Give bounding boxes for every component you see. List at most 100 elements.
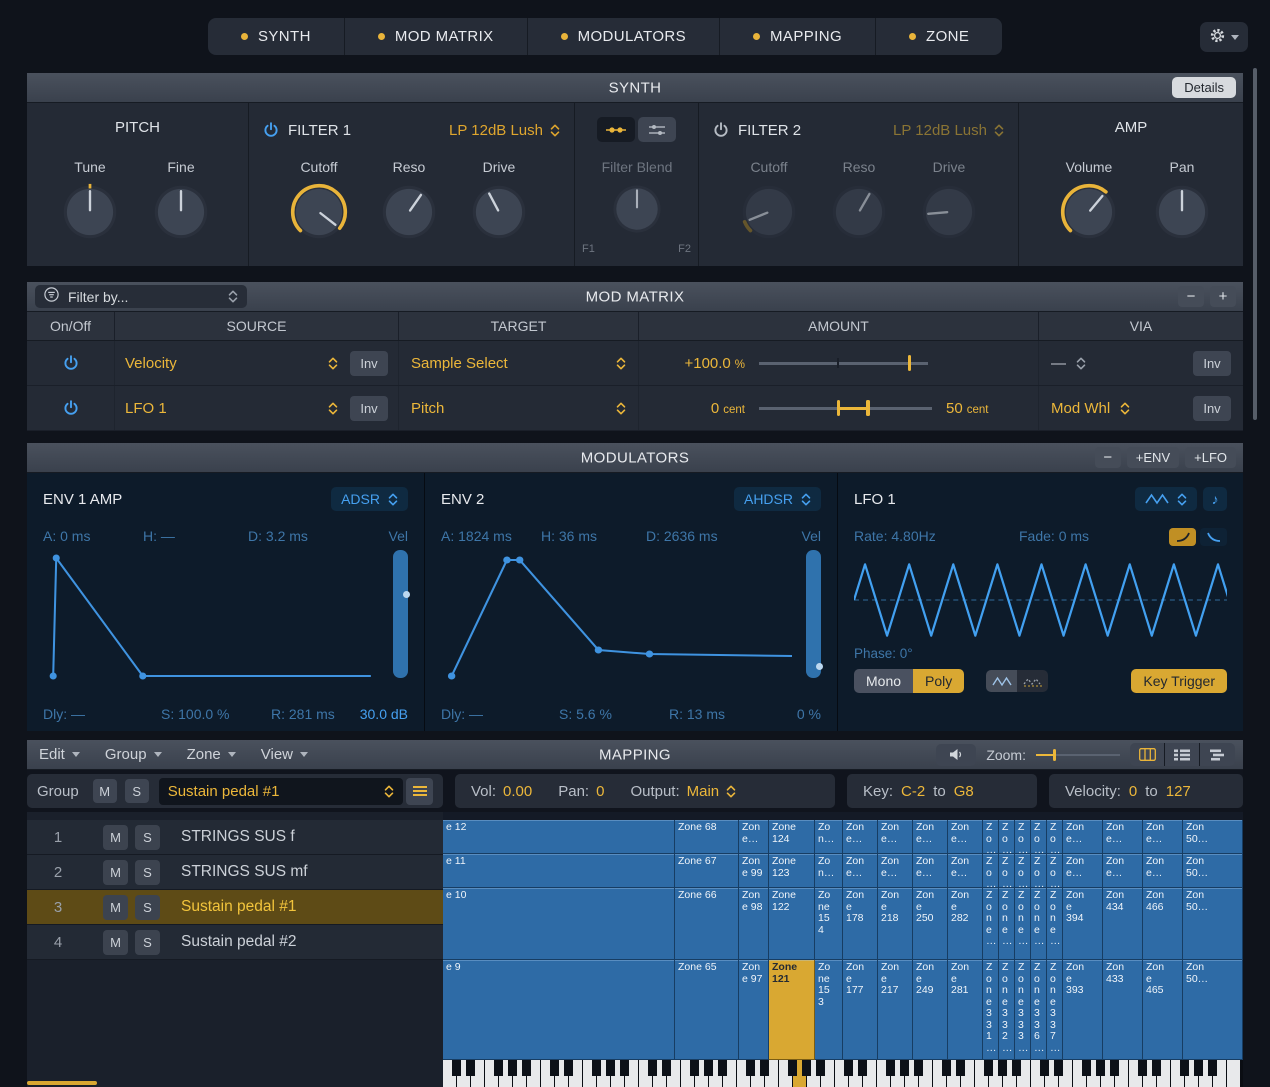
zone-cell[interactable]: Zone 68: [675, 820, 739, 854]
zone-cell[interactable]: Zone 123: [769, 854, 815, 888]
zone-cell[interactable]: Z o…: [1047, 854, 1063, 888]
black-key[interactable]: [914, 1060, 923, 1076]
zone-cell[interactable]: Zone 66: [675, 888, 739, 960]
tune-knob[interactable]: [61, 183, 119, 246]
black-key[interactable]: [984, 1060, 993, 1076]
zone-cell[interactable]: Zon e…: [948, 820, 983, 854]
tab-modulators[interactable]: MODULATORS: [528, 18, 720, 55]
zone-cell[interactable]: Zon 466: [1143, 888, 1183, 960]
fade-out-button[interactable]: [1200, 528, 1227, 546]
zone-cell[interactable]: Z o…: [1031, 854, 1047, 888]
keyboard[interactable]: [443, 1060, 1243, 1087]
zone-cell[interactable]: Z o n e …: [1031, 888, 1047, 960]
group-output-select[interactable]: Output:Main: [630, 783, 736, 800]
group-velocity-range-segment[interactable]: Velocity: 0 to 127: [1049, 774, 1243, 808]
routing2-source-select[interactable]: LFO 1 Inv: [115, 386, 399, 430]
group-mute-button[interactable]: M: [103, 825, 128, 850]
env2-envelope-graph[interactable]: [441, 550, 792, 682]
vertical-scrollbar[interactable]: [1253, 68, 1257, 420]
routing2-power-toggle[interactable]: [63, 400, 79, 416]
black-key[interactable]: [466, 1060, 475, 1076]
zone-cell[interactable]: Zo n…: [815, 820, 843, 854]
black-key[interactable]: [1152, 1060, 1161, 1076]
zone-cell[interactable]: Zone 122: [769, 888, 815, 960]
group-solo-button[interactable]: S: [135, 895, 160, 920]
env1-envelope-graph[interactable]: [43, 550, 379, 682]
zone-cell[interactable]: Zon e 217: [878, 960, 913, 1060]
env1-mode-select[interactable]: ADSR: [331, 487, 408, 511]
zone-cell[interactable]: Z o n e 3 3 2…: [999, 960, 1015, 1060]
zone-cell[interactable]: Zon e…: [878, 820, 913, 854]
zone-cell[interactable]: Zon 434: [1103, 888, 1143, 960]
zone-cell[interactable]: Zon e…: [1103, 854, 1143, 888]
group-solo-button[interactable]: S: [135, 825, 160, 850]
zone-cell[interactable]: Z o…: [1031, 820, 1047, 854]
black-key[interactable]: [522, 1060, 531, 1076]
zone-cell[interactable]: Zon 50…: [1183, 854, 1243, 888]
zone-cell[interactable]: Z o…: [1015, 820, 1031, 854]
zone-cell[interactable]: Zon e…: [878, 854, 913, 888]
black-key[interactable]: [1096, 1060, 1105, 1076]
black-key[interactable]: [956, 1060, 965, 1076]
lfo1-sync-button[interactable]: ♪: [1203, 487, 1227, 511]
filter-series-button[interactable]: [597, 117, 635, 142]
black-key[interactable]: [858, 1060, 867, 1076]
routing1-source-select[interactable]: Velocity Inv: [115, 341, 399, 385]
group-solo-button[interactable]: S: [135, 930, 160, 955]
black-key[interactable]: [886, 1060, 895, 1076]
black-key[interactable]: [704, 1060, 713, 1076]
zone-cell[interactable]: Z o…: [1015, 854, 1031, 888]
tab-mapping[interactable]: MAPPING: [720, 18, 876, 55]
lfo1-shape-standard-button[interactable]: [986, 670, 1017, 692]
black-key[interactable]: [1012, 1060, 1021, 1076]
zone-cell[interactable]: Zon e 249: [913, 960, 948, 1060]
group-list-button[interactable]: [406, 778, 433, 805]
zone-cell[interactable]: Zone 65: [675, 960, 739, 1060]
tab-synth[interactable]: SYNTH: [208, 18, 345, 55]
remove-modulator-button[interactable]: −: [1095, 447, 1121, 468]
zone-cell[interactable]: Zon 433: [1103, 960, 1143, 1060]
view-menu[interactable]: View: [261, 746, 308, 763]
black-key[interactable]: [802, 1060, 811, 1076]
zone-cell[interactable]: Z o…: [999, 820, 1015, 854]
black-key[interactable]: [592, 1060, 601, 1076]
settings-button[interactable]: [1200, 22, 1248, 52]
zone-cell[interactable]: Zon e…: [843, 820, 878, 854]
routing2-source-invert-button[interactable]: Inv: [350, 396, 388, 421]
zone-cell[interactable]: Zon 50…: [1183, 888, 1243, 960]
group-mute-button[interactable]: M: [103, 930, 128, 955]
black-key[interactable]: [606, 1060, 615, 1076]
routing1-via-invert-button[interactable]: Inv: [1193, 351, 1231, 376]
zone-cell[interactable]: e 9: [443, 960, 675, 1060]
routing1-via-select[interactable]: — Inv: [1039, 341, 1243, 385]
zone-cell[interactable]: Zon e 281: [948, 960, 983, 1060]
black-key[interactable]: [900, 1060, 909, 1076]
pan-knob[interactable]: [1153, 183, 1211, 246]
mod-matrix-filter-select[interactable]: Filter by...: [35, 285, 247, 308]
group-volume-field[interactable]: Vol:0.00: [471, 783, 532, 800]
routing2-amount-range-slider[interactable]: [759, 398, 932, 418]
black-key[interactable]: [760, 1060, 769, 1076]
black-key[interactable]: [452, 1060, 461, 1076]
zone-cell[interactable]: Zon e…: [1143, 820, 1183, 854]
black-key[interactable]: [1082, 1060, 1091, 1076]
group-mute-button[interactable]: M: [103, 860, 128, 885]
zone-cell[interactable]: Z o…: [999, 854, 1015, 888]
group-row[interactable]: 1MSSTRINGS SUS f: [27, 820, 443, 855]
zoom-slider[interactable]: [1036, 747, 1120, 763]
routing1-target-select[interactable]: Sample Select: [399, 341, 639, 385]
zone-cell[interactable]: Z o n e 3 3 1…: [983, 960, 999, 1060]
zone-cell[interactable]: Z o n e …: [1015, 888, 1031, 960]
filter2-power-toggle[interactable]: [713, 122, 729, 138]
zone-cell[interactable]: Zon 50…: [1183, 820, 1243, 854]
lfo1-shape-custom-button[interactable]: [1017, 670, 1048, 692]
black-key[interactable]: [508, 1060, 517, 1076]
filter2-reso-knob[interactable]: [830, 183, 888, 246]
group-mute-button[interactable]: M: [103, 895, 128, 920]
filter2-drive-knob[interactable]: [920, 183, 978, 246]
zone-cell[interactable]: Zon 50…: [1183, 960, 1243, 1060]
zone-cell[interactable]: Z o…: [983, 820, 999, 854]
zone-cell[interactable]: Zon e 98: [739, 888, 769, 960]
black-key[interactable]: [816, 1060, 825, 1076]
routing2-target-select[interactable]: Pitch: [399, 386, 639, 430]
